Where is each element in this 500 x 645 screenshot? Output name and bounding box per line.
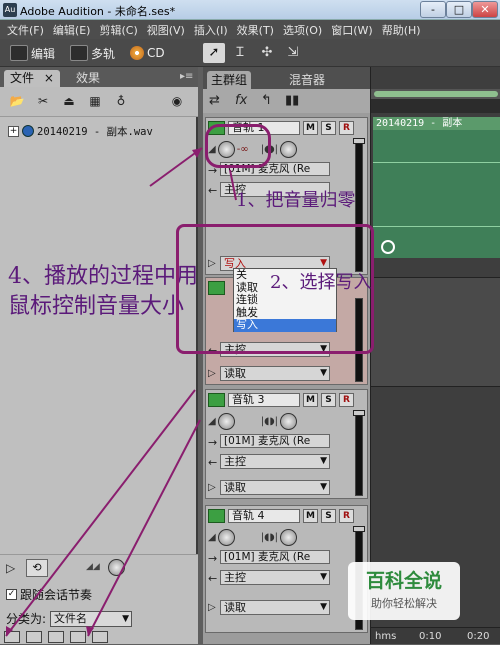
watermark-title: 百科全说 — [365, 570, 442, 592]
watermark-logo: 百科全说 助你轻松解决 — [348, 562, 460, 620]
annotation-arrows — [5, 147, 237, 637]
watermark-subtitle: 助你轻松解决 — [371, 597, 437, 610]
